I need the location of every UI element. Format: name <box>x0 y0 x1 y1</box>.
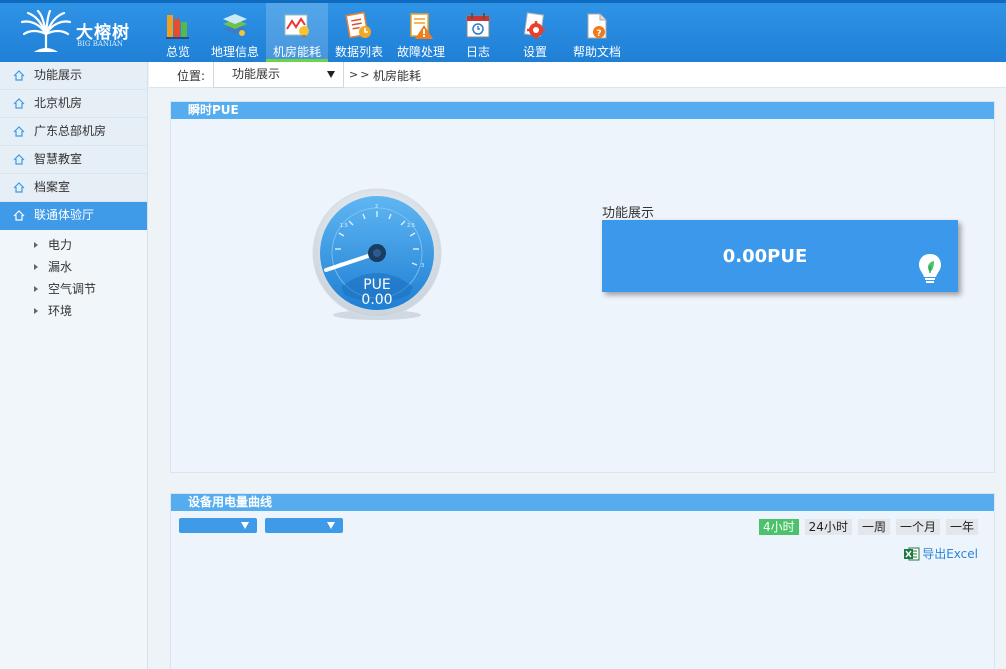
export-excel-label: 导出Excel <box>922 547 978 561</box>
nav-label: 总览 <box>165 45 190 59</box>
pue-value-card: 0.00PUE <box>602 220 958 292</box>
data-list-icon <box>345 11 371 39</box>
nav-label: 机房能耗 <box>272 45 321 59</box>
eco-bulb-icon <box>919 254 941 283</box>
warning-doc-icon <box>410 13 433 39</box>
dropdown-arrow-icon <box>327 71 335 78</box>
sidebar-subitem-leak[interactable]: 漏水 <box>0 256 147 278</box>
books-icon <box>166 15 189 39</box>
nav-label: 帮助文档 <box>572 45 621 59</box>
pue-gauge: 1.5 2 2.5 3 PUE 0.00 <box>312 188 442 320</box>
sidebar-item-guangdong-room[interactable]: 广东总部机房 <box>0 118 147 146</box>
pue-card-label: 功能展示 <box>602 206 655 221</box>
gauge-tick-label: 2 <box>375 204 378 210</box>
nav-room-energy[interactable]: 机房能耗 <box>266 3 328 62</box>
home-icon <box>13 154 25 165</box>
sidebar-item-smart-classroom[interactable]: 智慧教室 <box>0 146 147 174</box>
gauge-label: PUE <box>363 277 391 293</box>
home-icon <box>13 98 25 109</box>
sidebar-sublist: 电力 漏水 空气调节 环境 <box>0 230 147 322</box>
caret-right-icon <box>34 286 38 292</box>
nav-label: 日志 <box>465 45 490 59</box>
breadcrumb-separator: >> <box>349 68 372 81</box>
time-range-buttons: 4小时 24小时 一周 一个月 一年 <box>759 519 978 535</box>
svg-text:?: ? <box>596 29 601 39</box>
panel-title: 瞬时PUE <box>171 102 994 119</box>
nav-label: 数据列表 <box>334 45 383 59</box>
power-curve-panel: 设备用电量曲线 4小时 24小时 一周 一个月 一年 导出Excel <box>170 493 995 669</box>
home-icon <box>13 70 25 81</box>
home-icon <box>13 182 25 193</box>
location-bar: 位置: 功能展示 >> 机房能耗 <box>149 62 1006 88</box>
excel-icon <box>904 547 920 561</box>
nav-label: 故障处理 <box>396 45 445 59</box>
nav-data-list[interactable]: 数据列表 <box>328 3 390 62</box>
dropdown-arrow-icon <box>241 522 249 529</box>
nav-label: 地理信息 <box>210 45 259 59</box>
nav-geo-info[interactable]: 地理信息 <box>204 3 266 62</box>
range-year-button[interactable]: 一年 <box>945 519 978 535</box>
help-doc-icon: ? <box>587 13 607 39</box>
pue-card-value: 0.00PUE <box>722 246 808 267</box>
sidebar-subitem-power[interactable]: 电力 <box>0 234 147 256</box>
nav-help-docs[interactable]: ? 帮助文档 <box>566 3 628 62</box>
main-nav: 总览 地理信息 机房能耗 数据列表 故障处理 日志 设置 ? 帮助文档 <box>152 3 628 62</box>
sidebar-item-label: 北京机房 <box>34 96 83 110</box>
brand-subtitle: BIG BANIAN <box>77 40 123 48</box>
dropdown-arrow-icon <box>327 522 335 529</box>
sidebar-item-unicom-hall[interactable]: 联通体验厅 <box>0 202 147 230</box>
sidebar-subitem-label: 电力 <box>48 238 73 252</box>
nav-label: 设置 <box>522 45 547 59</box>
brand-logo[interactable]: 大榕树 BIG BANIAN <box>20 10 140 54</box>
location-selected-value: 功能展示 <box>232 67 281 81</box>
sidebar-subitem-environment[interactable]: 环境 <box>0 300 147 322</box>
sidebar-item-archive-room[interactable]: 档案室 <box>0 174 147 202</box>
nav-fault-handling[interactable]: 故障处理 <box>390 3 452 62</box>
top-bar: 大榕树 BIG BANIAN 总览 地理信息 机房能耗 数据列表 故障处理 日志… <box>0 0 1006 62</box>
gauge-value: 0.00 <box>361 292 392 308</box>
home-icon <box>13 210 25 221</box>
sidebar-item-label: 功能展示 <box>34 68 83 82</box>
energy-chart-icon <box>284 14 309 38</box>
range-week-button[interactable]: 一周 <box>857 519 890 535</box>
range-4h-button[interactable]: 4小时 <box>759 519 799 535</box>
location-label: 位置: <box>177 69 206 83</box>
sidebar-subitem-label: 空气调节 <box>48 282 97 296</box>
export-excel-button[interactable]: 导出Excel <box>904 546 978 562</box>
sidebar: 功能展示 北京机房 广东总部机房 智慧教室 档案室 联通体验厅 电力 漏水 空气… <box>0 62 148 669</box>
nav-overview[interactable]: 总览 <box>152 3 204 62</box>
caret-right-icon <box>34 242 38 248</box>
home-icon <box>13 126 25 137</box>
instant-pue-panel: 瞬时PUE 1.5 2 2.5 3 PUE 0.00 功能展示 0.00PUE <box>170 101 995 473</box>
panel-title: 设备用电量曲线 <box>171 494 994 511</box>
caret-right-icon <box>34 264 38 270</box>
caret-right-icon <box>34 308 38 314</box>
sidebar-item-feature-demo[interactable]: 功能展示 <box>0 62 147 90</box>
gauge-tick-label: 3 <box>421 263 424 269</box>
nav-log[interactable]: 日志 <box>452 3 504 62</box>
gauge-tick-label: 2.5 <box>407 223 415 229</box>
sidebar-item-label: 智慧教室 <box>34 152 83 166</box>
range-24h-button[interactable]: 24小时 <box>804 519 852 535</box>
sidebar-item-label: 广东总部机房 <box>34 124 107 138</box>
sidebar-subitem-label: 漏水 <box>48 260 73 274</box>
sidebar-subitem-label: 环境 <box>48 304 73 318</box>
settings-gear-icon <box>523 12 545 39</box>
sidebar-subitem-air-conditioning[interactable]: 空气调节 <box>0 278 147 300</box>
gauge-tick-label: 1.5 <box>340 223 348 229</box>
range-month-button[interactable]: 一个月 <box>895 519 940 535</box>
location-select[interactable]: 功能展示 <box>213 62 344 88</box>
breadcrumb-current: 机房能耗 <box>373 69 422 83</box>
sidebar-item-label: 联通体验厅 <box>34 208 95 222</box>
device-select-1[interactable] <box>179 518 257 533</box>
sidebar-item-label: 档案室 <box>34 180 71 194</box>
map-layers-icon <box>223 14 247 36</box>
banyan-tree-logo-icon <box>20 10 72 52</box>
sidebar-item-beijing-room[interactable]: 北京机房 <box>0 90 147 118</box>
calendar-log-icon <box>466 13 490 38</box>
nav-settings[interactable]: 设置 <box>504 3 566 62</box>
device-select-2[interactable] <box>265 518 343 533</box>
